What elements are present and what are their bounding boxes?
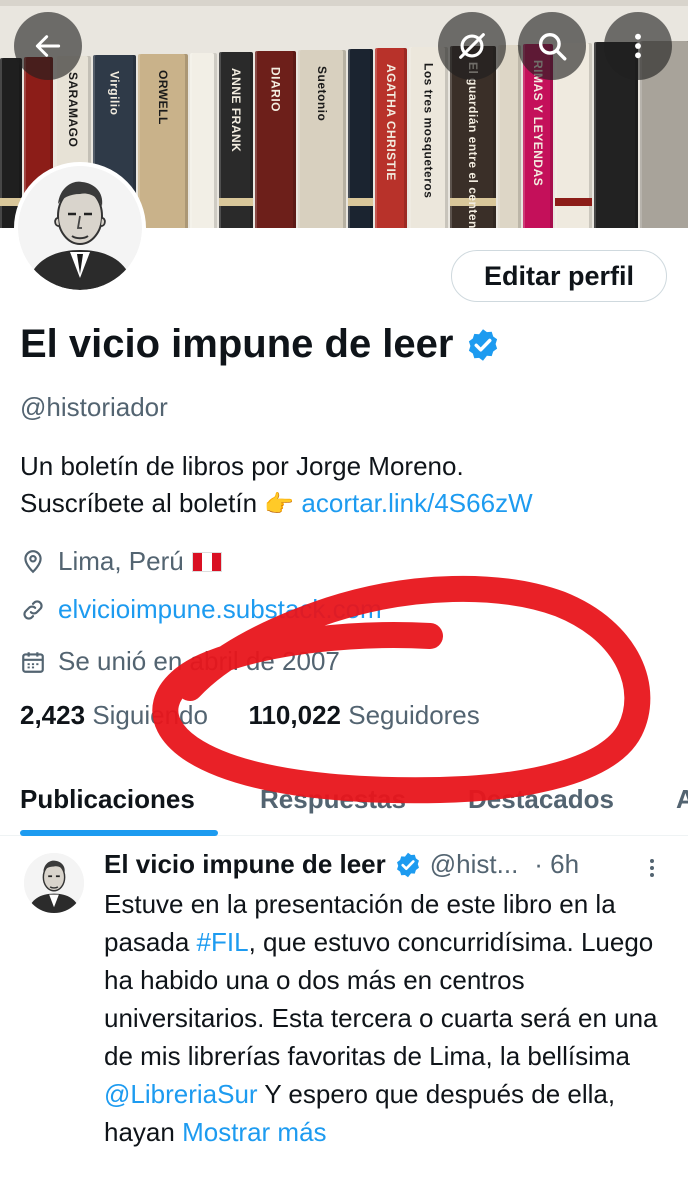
profile-location: Lima, Perú xyxy=(20,546,222,577)
profile-name: El vicio impune de leer xyxy=(20,322,454,366)
bio-line-1: Un boletín de libros por Jorge Moreno. xyxy=(20,451,464,481)
tab-respuestas[interactable]: Respuestas xyxy=(260,784,406,815)
edit-profile-button[interactable]: Editar perfil xyxy=(451,250,667,302)
tweet-author-handle[interactable]: @hist... xyxy=(430,849,519,880)
profile-name-row: El vicio impune de leer xyxy=(20,322,501,367)
book-title: Virgilio xyxy=(107,71,122,116)
book-spine: ANNE FRANK xyxy=(219,52,253,228)
book-title: SARAMAGO xyxy=(66,72,80,148)
show-more-link[interactable]: Mostrar más xyxy=(182,1117,326,1147)
profile-tabs: Publicaciones Respuestas Destacados A xyxy=(0,770,688,836)
profile-avatar[interactable] xyxy=(14,162,146,294)
book-title: El guardián entre el centeno xyxy=(466,62,480,228)
portrait-caricature-image xyxy=(24,853,84,913)
book-spine: ORWELL xyxy=(138,54,188,228)
book-spine: Los tres mosqueteros xyxy=(409,47,448,228)
tweet[interactable]: El vicio impune de leer @hist... · 6h Es… xyxy=(0,837,688,1200)
profile-handle: @historiador xyxy=(20,392,168,422)
following-link[interactable]: 2,423 Siguiendo xyxy=(20,700,208,730)
book-spine: AGATHA CHRISTIE xyxy=(375,48,407,228)
hashtag-link[interactable]: #FIL xyxy=(197,927,249,957)
peru-flag-icon xyxy=(191,551,222,572)
verified-badge-icon[interactable] xyxy=(465,327,501,363)
arrow-left-icon xyxy=(35,35,61,57)
portrait-caricature-image xyxy=(18,166,142,290)
book-title: ANNE FRANK xyxy=(229,68,243,153)
book-spine xyxy=(348,49,373,228)
follow-counts: 2,423 Siguiendo 110,022 Seguidores xyxy=(20,700,480,731)
profile-bio: Un boletín de libros por Jorge Moreno. S… xyxy=(20,448,670,523)
calendar-icon xyxy=(22,651,44,673)
following-count: 2,423 xyxy=(20,700,86,730)
search-button[interactable] xyxy=(518,12,586,80)
location-pin-icon xyxy=(24,549,42,573)
mention-link[interactable]: @LibreriaSur xyxy=(104,1079,258,1109)
book-title: AGATHA CHRISTIE xyxy=(384,64,398,181)
book-title: Los tres mosqueteros xyxy=(421,63,436,199)
book-spine: DIARIO xyxy=(255,51,296,228)
book-title: ORWELL xyxy=(156,70,170,125)
back-button[interactable] xyxy=(14,12,82,80)
profile-joined: Se unió en abril de 2007 xyxy=(20,646,340,677)
more-vertical-icon xyxy=(635,33,641,59)
book-spine xyxy=(498,45,521,228)
website-link[interactable]: elvicioimpune.substack.com xyxy=(58,594,382,625)
book-band xyxy=(219,198,253,206)
tweet-text: Estuve en la presentación de este libro … xyxy=(104,885,674,1151)
followers-label: Seguidores xyxy=(348,700,480,730)
location-text: Lima, Perú xyxy=(58,546,184,576)
bio-subscribe-text: Suscríbete al boletín xyxy=(20,488,258,518)
link-icon xyxy=(23,599,43,620)
hide-button[interactable] xyxy=(438,12,506,80)
book-title: Suetonio xyxy=(315,66,329,122)
bio-link[interactable]: acortar.link/4S66zW xyxy=(301,488,532,518)
tweet-header: El vicio impune de leer @hist... · 6h xyxy=(104,849,664,880)
book-title: DIARIO xyxy=(268,67,283,112)
followers-count: 110,022 xyxy=(248,700,341,730)
tweet-avatar[interactable] xyxy=(24,853,84,913)
tab-more[interactable]: A xyxy=(676,784,688,815)
followers-link[interactable]: 110,022 Seguidores xyxy=(248,700,479,730)
verified-badge-icon xyxy=(396,852,419,877)
more-vertical-icon[interactable] xyxy=(640,853,664,883)
book-band xyxy=(348,198,373,206)
book-spine: Suetonio xyxy=(298,50,346,228)
search-icon xyxy=(538,32,567,61)
tweet-author-name[interactable]: El vicio impune de leer xyxy=(104,849,386,880)
book-band xyxy=(555,198,592,206)
bio-line-2: Suscríbete al boletín 👉 acortar.link/4S6… xyxy=(20,485,670,523)
profile-website[interactable]: elvicioimpune.substack.com xyxy=(20,594,382,625)
book-spine xyxy=(190,53,217,228)
active-tab-indicator xyxy=(20,830,218,836)
more-button[interactable] xyxy=(604,12,672,80)
tab-publicaciones[interactable]: Publicaciones xyxy=(20,784,195,815)
joined-text: Se unió en abril de 2007 xyxy=(58,646,340,676)
following-label: Siguiendo xyxy=(92,700,208,730)
eye-slash-icon xyxy=(459,33,485,59)
pointing-hand-emoji: 👉 xyxy=(264,491,295,518)
tweet-timestamp[interactable]: · 6h xyxy=(534,849,579,880)
tab-destacados[interactable]: Destacados xyxy=(468,784,614,815)
